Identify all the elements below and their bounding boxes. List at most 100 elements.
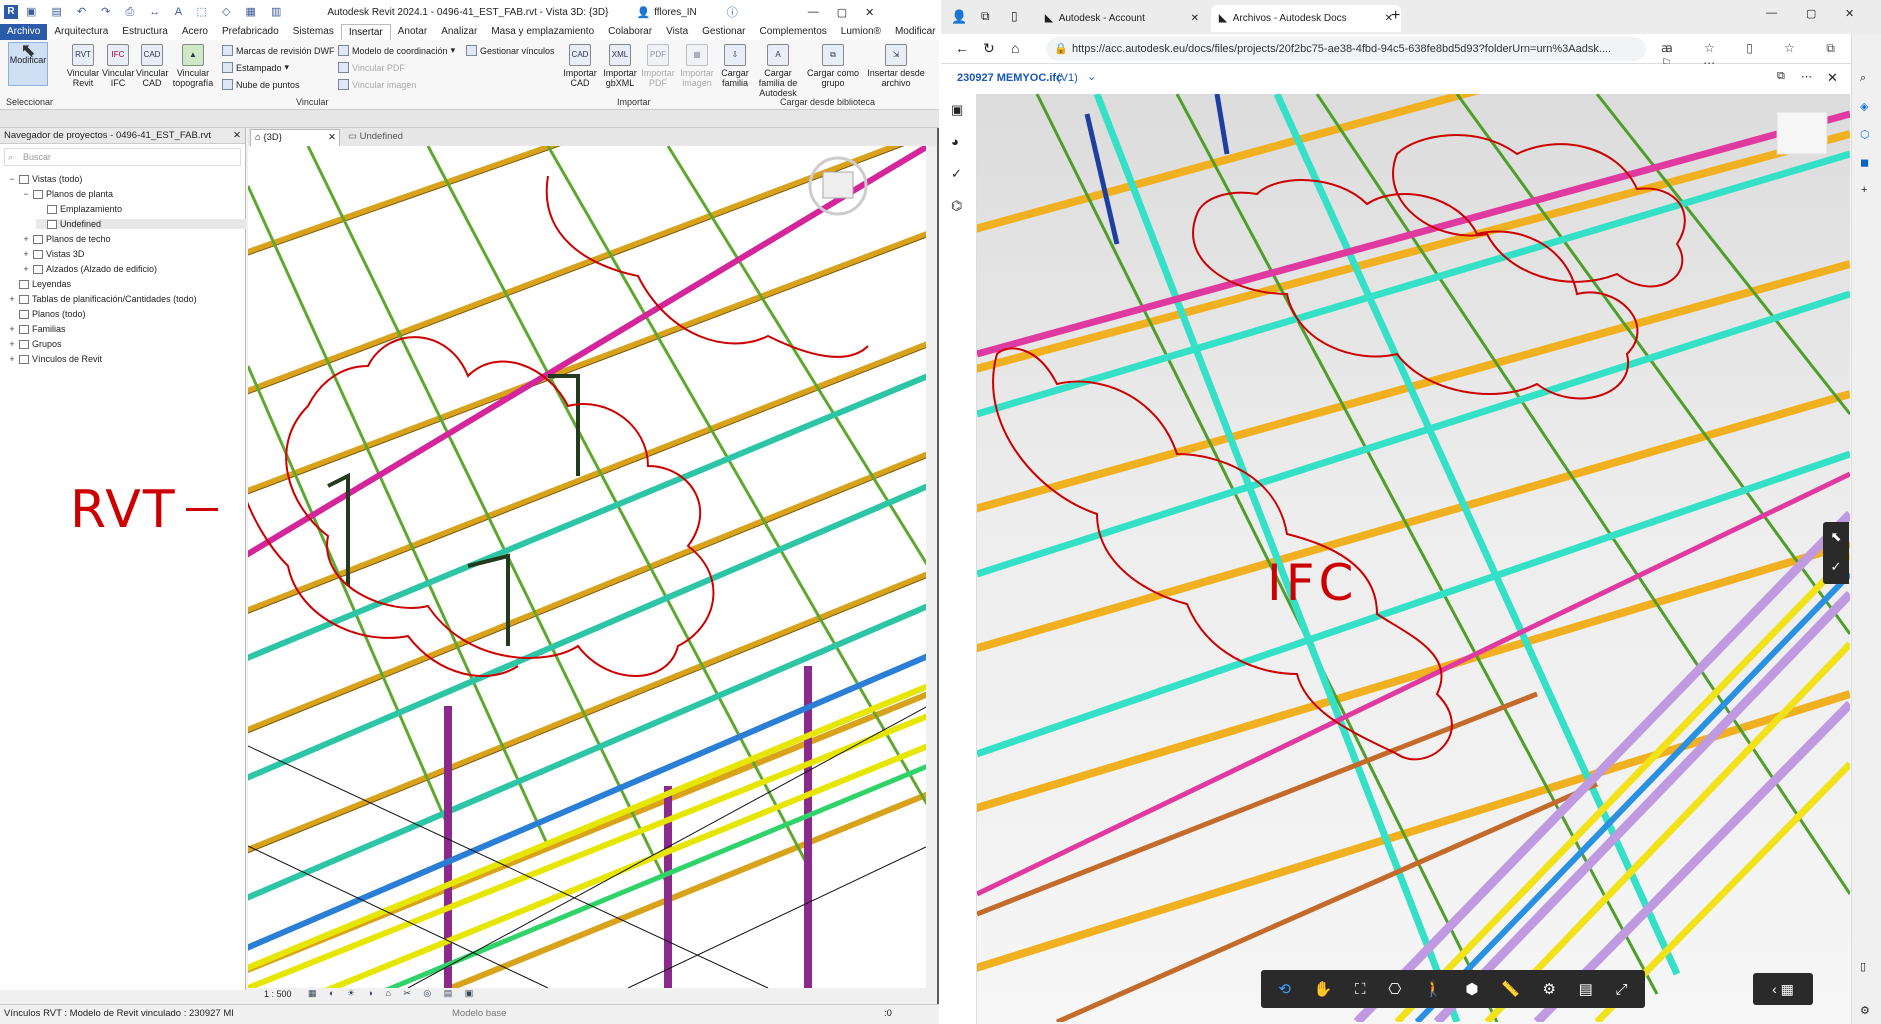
refresh-icon[interactable]: ↻ — [983, 40, 995, 57]
tree-item[interactable]: + Tablas de planificación/Cantidades (tod… — [8, 294, 196, 304]
ribbon-tab-arquitectura[interactable]: Arquitectura — [47, 24, 115, 40]
importar-pdf-button[interactable]: PDF Importar PDF — [640, 44, 676, 88]
maximize-button[interactable]: ▢ — [837, 6, 847, 19]
tree-item[interactable]: − Vistas (todo) — [8, 174, 82, 184]
tab-autodesk-account[interactable]: ◣ Autodesk - Account ✕ — [1037, 5, 1207, 32]
more-options-icon[interactable]: ⋯ — [1801, 70, 1812, 83]
issues-icon[interactable]: ✓ — [951, 166, 962, 182]
tools-icon[interactable]: ⬡ — [1860, 128, 1870, 141]
explode-icon[interactable]: ⬢ — [1465, 980, 1478, 998]
outlook-icon[interactable]: ◼ — [1860, 156, 1869, 169]
insertar-desde-archivo-button[interactable]: ⇲ Insertar desde archivo — [866, 44, 926, 88]
help-icon[interactable]: ⓘ — [727, 4, 738, 20]
close-button[interactable]: ✕ — [865, 6, 874, 19]
expand-icon[interactable]: + — [8, 294, 16, 304]
url-field[interactable]: 🔒 https://acc.autodesk.eu/docs/files/proj… — [1046, 37, 1646, 61]
cargar-familia-button[interactable]: ⇩ Cargar familia — [718, 44, 752, 88]
cargar-como-grupo-button[interactable]: ⧉ Cargar como grupo — [806, 44, 860, 88]
vincular-ifc-button[interactable]: IFC Vincular IFC — [102, 44, 134, 88]
ribbon-tab-complementos[interactable]: Complementos — [753, 24, 834, 40]
tree-item[interactable]: Undefined — [36, 219, 246, 229]
settings-icon[interactable]: ⚙ — [1860, 1004, 1870, 1017]
model-base-label[interactable]: Modelo base — [452, 1008, 506, 1019]
marcas-dwf-button[interactable]: Marcas de revisión DWF — [222, 45, 335, 56]
model-browser-icon[interactable]: ◕ — [951, 134, 959, 149]
filter-count[interactable]: :0 — [884, 1008, 892, 1019]
measure-icon[interactable]: 📏 — [1501, 980, 1520, 998]
file-version[interactable]: (V1) — [1057, 72, 1078, 84]
expand-icon[interactable]: + — [22, 249, 30, 259]
vincular-topografia-button[interactable]: ▲ Vincular topografía — [170, 44, 216, 88]
ribbon-tab-acero[interactable]: Acero — [175, 24, 215, 40]
estampado-button[interactable]: Estampado ▾ — [222, 62, 289, 73]
tree-item[interactable]: − Planos de planta — [22, 189, 113, 199]
close-icon[interactable]: ✕ — [1191, 13, 1199, 24]
fit-view-icon[interactable]: ⛶ — [1355, 981, 1366, 998]
ribbon-tab-gestionar[interactable]: Gestionar — [695, 24, 752, 40]
expand-icon[interactable]: + — [22, 264, 30, 274]
tree-item[interactable]: Planos (todo) — [8, 309, 86, 319]
ribbon-tab-lumion-[interactable]: Lumion® — [834, 24, 888, 40]
settings-icon[interactable]: ⚙ — [1543, 980, 1556, 998]
ribbon-tab-insertar[interactable]: Insertar — [340, 23, 391, 41]
ribbon-tab-masa-y-emplazamiento[interactable]: Masa y emplazamiento — [484, 24, 601, 40]
split-view-icon[interactable]: ⧉ — [1777, 70, 1785, 83]
file-name[interactable]: 230927 MEMYOC.ifc — [957, 72, 1062, 84]
modelo-coordinacion-button[interactable]: Modelo de coordinación ▾ — [338, 45, 455, 56]
tree-item[interactable]: + Vistas 3D — [22, 249, 84, 259]
tree-item[interactable]: Emplazamiento — [36, 204, 122, 214]
view-cube-icon[interactable] — [1776, 111, 1828, 155]
back-icon[interactable]: ← — [955, 40, 969, 56]
cargar-familia-autodesk-button[interactable]: A Cargar familia de Autodesk — [752, 44, 804, 98]
ribbon-tab-estructura[interactable]: Estructura — [115, 24, 175, 40]
model-browser-toggle[interactable]: ‹ ▦ — [1753, 973, 1813, 1005]
close-icon[interactable]: ✕ — [233, 128, 241, 144]
view-controls[interactable]: ▦ ◐ ☀ ◑ ⌂ ✂ ◎ ▤ ▣ — [308, 988, 478, 999]
importar-imagen-button[interactable]: ▦ Importar imagen — [678, 44, 716, 88]
shopping-icon[interactable]: ◈ — [1860, 100, 1868, 113]
split-screen-icon[interactable]: ▯ — [1860, 960, 1866, 973]
revit-logo-icon[interactable]: R — [4, 5, 18, 19]
user-name[interactable]: fflores_IN — [654, 7, 697, 18]
nube-puntos-button[interactable]: Nube de puntos — [222, 79, 300, 90]
collapse-icon[interactable]: − — [8, 174, 16, 184]
vincular-revit-button[interactable]: RVT Vincular Revit — [66, 44, 100, 88]
tree-item[interactable]: Leyendas — [8, 279, 71, 289]
minimize-button[interactable]: — — [808, 6, 819, 18]
scale-label[interactable]: 1 : 500 — [264, 989, 292, 999]
ribbon-tab-prefabricado[interactable]: Prefabricado — [215, 24, 286, 40]
user-icon[interactable]: 👤 — [636, 6, 650, 19]
camera-icon[interactable]: ⎔ — [1388, 980, 1401, 998]
ribbon-tab-archivo[interactable]: Archivo — [0, 24, 48, 40]
ribbon-tab-colaborar[interactable]: Colaborar — [601, 24, 659, 40]
orbit-icon[interactable]: ⟲ — [1278, 980, 1291, 998]
search-icon[interactable]: ⌕ — [1860, 72, 1866, 85]
expand-icon[interactable]: + — [22, 234, 30, 244]
tab-autodesk-docs[interactable]: ◣ Archivos - Autodesk Docs ✕ — [1211, 5, 1401, 32]
tab-actions-icon[interactable]: ▯ — [1011, 9, 1018, 23]
ribbon-tab-modificar[interactable]: Modificar — [888, 24, 943, 40]
ribbon-tab-analizar[interactable]: Analizar — [434, 24, 484, 40]
tab-3d[interactable]: ⌂ {3D} ✕ — [250, 129, 340, 146]
expand-icon[interactable]: + — [8, 354, 16, 364]
gestionar-vinculos-button[interactable]: Gestionar vínculos — [466, 45, 555, 56]
collapse-icon[interactable]: − — [22, 189, 30, 199]
tree-item[interactable]: + Grupos — [8, 339, 61, 349]
close-button[interactable]: ✕ — [1845, 7, 1854, 20]
pan-icon[interactable]: ✋ — [1314, 980, 1333, 998]
close-icon[interactable]: ✕ — [328, 130, 336, 146]
minimize-button[interactable]: — — [1766, 7, 1777, 19]
tree-item[interactable]: + Familias — [8, 324, 65, 334]
importar-cad-button[interactable]: CAD Importar CAD — [560, 44, 600, 88]
vincular-cad-button[interactable]: CAD Vincular CAD — [136, 44, 168, 88]
expand-icon[interactable]: + — [8, 324, 16, 334]
select-tool-icon[interactable]: ⬉ ✓ — [1823, 522, 1849, 584]
ribbon-tab-anotar[interactable]: Anotar — [391, 24, 434, 40]
quick-access-toolbar[interactable]: ▣ ▤ ↶ ↷ ⎙ ↔ A ⬚ ◇ ▦ ▥ — [26, 5, 287, 19]
3d-viewport[interactable] — [248, 146, 926, 988]
sheets-icon[interactable]: ▣ — [951, 102, 963, 118]
profile-icon[interactable]: 👤 — [951, 9, 967, 25]
workspaces-icon[interactable]: ⧉ — [981, 9, 990, 24]
chevron-down-icon[interactable]: ⌄ — [1087, 70, 1096, 83]
tree-item[interactable]: + Alzados (Alzado de edificio) — [22, 264, 157, 274]
